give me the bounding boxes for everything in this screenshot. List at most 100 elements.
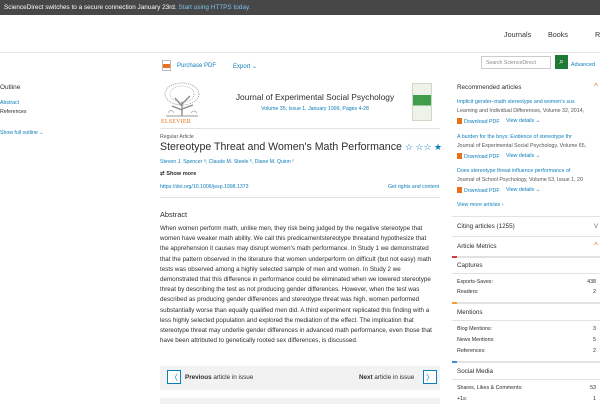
previous-suffix: article in issue bbox=[211, 374, 254, 381]
captures-heading: Captures bbox=[457, 262, 483, 269]
metric-value: 2 bbox=[593, 289, 596, 295]
divider bbox=[452, 236, 600, 237]
divider bbox=[452, 379, 600, 380]
recommended-articles-heading[interactable]: Recommended articles bbox=[457, 84, 521, 91]
journal-volume-link[interactable]: Volume 35, Issue 1, January 1999, Pages … bbox=[225, 106, 405, 112]
collapse-chevron-icon[interactable]: ^ bbox=[594, 82, 598, 91]
pdf-icon bbox=[457, 153, 462, 159]
metric-value: 5 bbox=[593, 337, 596, 343]
recommended-article-3-download[interactable]: Download PDF bbox=[457, 187, 500, 194]
chevron-right-icon: › bbox=[501, 202, 504, 208]
article-type: Regular Article bbox=[160, 134, 194, 140]
export-label: Export bbox=[233, 64, 251, 70]
recommended-article-2-title[interactable]: A burden for the boys: Evidence of stere… bbox=[457, 134, 600, 140]
nav-more-link[interactable]: R bbox=[595, 30, 600, 39]
search-icon: ⌕ bbox=[559, 57, 564, 66]
top-navigation: Journals Books R bbox=[0, 30, 600, 44]
collapse-chevron-icon[interactable]: ^ bbox=[594, 241, 598, 250]
metric-label: Exports-Saves: bbox=[457, 279, 493, 285]
recommended-article-3-title[interactable]: Does stereotype threat influence perform… bbox=[457, 168, 600, 174]
article-toolbar: Purchase PDF Export ⌄ Search ScienceDire… bbox=[0, 54, 600, 76]
metric-label: +1s: bbox=[457, 396, 468, 402]
next-suffix: article in issue bbox=[372, 374, 415, 381]
outline-title: Outline bbox=[0, 84, 21, 91]
divider bbox=[452, 361, 600, 363]
recommended-article-3-meta: Journal of School Psychology, Volume 53,… bbox=[457, 177, 583, 183]
view-details-label: View details bbox=[506, 118, 535, 124]
bottom-panel bbox=[160, 398, 440, 404]
recommended-article-2-meta: Journal of Experimental Social Psycholog… bbox=[457, 143, 587, 149]
pdf-icon bbox=[162, 60, 171, 71]
show-full-outline-label: Show full outline bbox=[0, 130, 38, 136]
metric-value: 438 bbox=[587, 279, 596, 285]
metric-row: Blog Mentions: 3 bbox=[457, 326, 596, 332]
banner-text: ScienceDirect switches to a secure conne… bbox=[4, 4, 177, 11]
metric-value: 53 bbox=[590, 385, 596, 391]
social-media-heading: Social Media bbox=[457, 368, 494, 375]
article-title: Stereotype Threat and Women's Math Perfo… bbox=[160, 141, 442, 153]
recommended-article-3-view-details[interactable]: View details ⌄ bbox=[506, 187, 540, 193]
journal-title-link[interactable]: Journal of Experimental Social Psycholog… bbox=[225, 92, 405, 102]
publisher-name: ELSEVIER bbox=[161, 119, 191, 125]
show-full-outline-link[interactable]: Show full outline ⌄ bbox=[0, 130, 44, 136]
chevron-right-icon: 〉 bbox=[426, 373, 434, 382]
recommended-article-2-view-details[interactable]: View details ⌄ bbox=[506, 153, 540, 159]
previous-arrow-button[interactable]: 〈 bbox=[167, 370, 181, 384]
divider bbox=[160, 197, 440, 198]
divider bbox=[160, 128, 440, 129]
metric-row: Exports-Saves: 438 bbox=[457, 279, 596, 285]
download-pdf-label: Download PDF bbox=[464, 119, 500, 125]
chevron-left-icon: 〈 bbox=[170, 373, 178, 382]
expand-chevron-icon[interactable]: v bbox=[594, 221, 598, 230]
get-rights-link[interactable]: Get rights and content bbox=[388, 184, 439, 190]
outline-item-references[interactable]: References bbox=[0, 109, 27, 115]
captures-accent bbox=[452, 256, 457, 258]
metric-label: References: bbox=[457, 348, 486, 354]
metric-value: 1 bbox=[593, 396, 596, 402]
author-list[interactable]: Steven J. Spencer ᵃ, Claude M. Steele ᵇ,… bbox=[160, 159, 294, 165]
previous-label: Previous bbox=[185, 374, 212, 381]
https-banner: ScienceDirect switches to a secure conne… bbox=[0, 0, 600, 15]
next-article-link[interactable]: Next article in issue bbox=[359, 374, 414, 381]
divider bbox=[452, 302, 600, 304]
advanced-search-link[interactable]: Advanced bbox=[571, 62, 595, 68]
pdf-icon bbox=[457, 187, 462, 193]
chevron-down-icon: ⌄ bbox=[252, 64, 258, 70]
citing-articles-heading[interactable]: Citing articles (1255) bbox=[457, 223, 515, 230]
export-button[interactable]: Export ⌄ bbox=[233, 63, 257, 70]
issue-pager: 〈 Previous article in issue Next article… bbox=[160, 366, 440, 390]
banner-https-link[interactable]: Start using HTTPS today. bbox=[178, 4, 250, 11]
elsevier-tree-logo bbox=[160, 80, 205, 118]
divider bbox=[452, 273, 600, 274]
search-input[interactable]: Search ScienceDirect bbox=[481, 56, 551, 69]
divider bbox=[452, 256, 600, 258]
next-arrow-button[interactable]: 〉 bbox=[423, 370, 437, 384]
recommended-article-2-download[interactable]: Download PDF bbox=[457, 153, 500, 160]
chevron-down-icon: ⌄ bbox=[535, 118, 541, 124]
metric-label: Shares, Likes & Comments: bbox=[457, 385, 523, 391]
recommended-article-1-download[interactable]: Download PDF bbox=[457, 118, 500, 125]
article-metrics-heading[interactable]: Article Metrics bbox=[457, 243, 497, 250]
metric-row: Readers: 2 bbox=[457, 289, 596, 295]
nav-journals-link[interactable]: Journals bbox=[504, 30, 531, 39]
doi-link[interactable]: https://doi.org/10.1006/jesp.1998.1373 bbox=[160, 184, 249, 190]
download-pdf-label: Download PDF bbox=[464, 154, 500, 160]
mentions-heading: Mentions bbox=[457, 309, 483, 316]
previous-article-link[interactable]: Previous article in issue bbox=[185, 374, 253, 381]
outline-item-abstract[interactable]: Abstract bbox=[0, 100, 19, 106]
chevron-down-icon: ⌄ bbox=[535, 187, 541, 193]
metric-label: Blog Mentions: bbox=[457, 326, 493, 332]
metric-value: 3 bbox=[593, 326, 596, 332]
recommended-article-1-title[interactable]: Implicit gender–math stereotype and wome… bbox=[457, 99, 600, 105]
pdf-icon bbox=[457, 118, 462, 124]
journal-cover-image[interactable] bbox=[412, 83, 432, 121]
divider bbox=[452, 320, 600, 321]
view-more-articles-link[interactable]: View more articles › bbox=[457, 202, 600, 208]
search-button[interactable]: ⌕ bbox=[555, 55, 568, 69]
next-label: Next bbox=[359, 374, 373, 381]
recommended-article-1-view-details[interactable]: View details ⌄ bbox=[506, 118, 540, 124]
show-more-button[interactable]: ⇄ Show more bbox=[160, 171, 196, 177]
nav-books-link[interactable]: Books bbox=[548, 30, 568, 39]
chevron-down-icon: ⌄ bbox=[535, 153, 541, 159]
purchase-pdf-button[interactable]: Purchase PDF bbox=[177, 63, 216, 69]
